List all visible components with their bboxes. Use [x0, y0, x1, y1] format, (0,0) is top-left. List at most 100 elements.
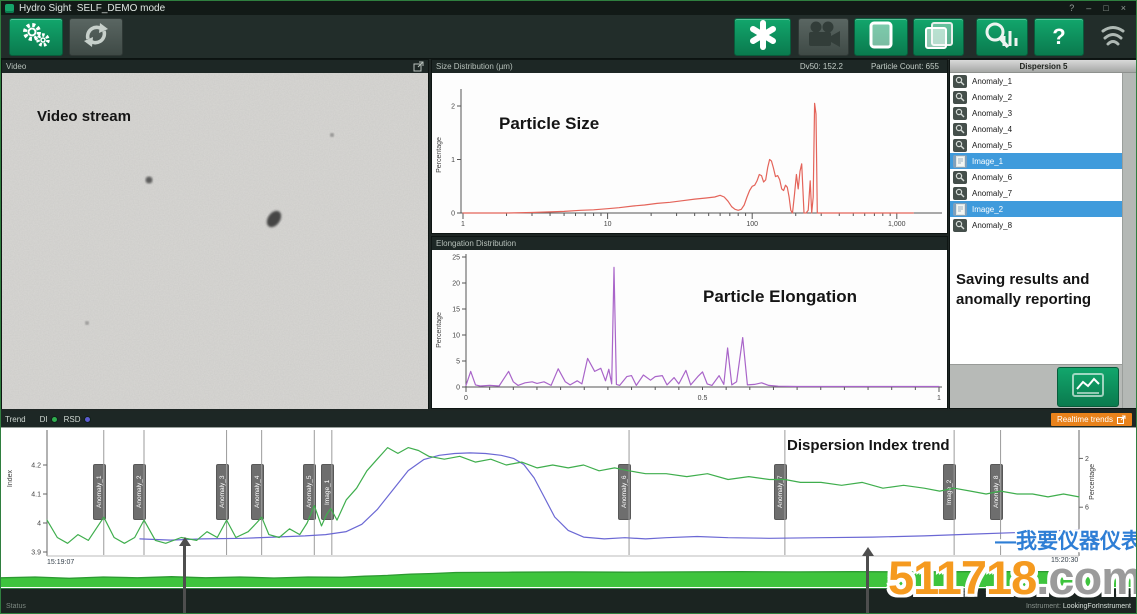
size-panel-title: Size Distribution (µm)	[436, 62, 513, 71]
svg-text:4.1: 4.1	[31, 492, 41, 499]
report-chart-icon	[1071, 372, 1105, 403]
trend-marker-Anomaly_5: Anomaly_5	[303, 464, 316, 520]
legend-di: DI	[40, 415, 58, 424]
refresh-icon	[80, 20, 112, 55]
trend-marker-Image_1: Image_1	[321, 464, 334, 520]
list-item-label: Anomaly_1	[972, 77, 1012, 86]
list-item-label: Image_2	[972, 205, 1003, 214]
trend-overview-strip[interactable]	[1, 567, 1137, 587]
brand-logo-icon	[1097, 21, 1129, 51]
realtime-trends-label: Realtime trends	[1057, 415, 1113, 424]
asterisk-icon	[748, 20, 778, 55]
trend-marker-Anomaly_2: Anomaly_2	[133, 464, 146, 520]
analyze-results-button[interactable]	[976, 18, 1028, 56]
trend-marker-Anomaly_4: Anomaly_4	[251, 464, 264, 520]
sidebar-footer	[950, 364, 1122, 408]
sidebar-scrollbar[interactable]	[1122, 73, 1137, 408]
svg-text:0: 0	[456, 385, 460, 392]
magnifier-icon	[953, 171, 967, 184]
trend-marker-Anomaly_6: Anomaly_6	[618, 464, 631, 520]
rsd-legend-label: RSD	[64, 415, 81, 424]
status-text: Status	[6, 603, 26, 610]
svg-text:Percentage: Percentage	[436, 137, 443, 173]
window-title: Hydro Sight SELF_DEMO mode	[19, 3, 165, 14]
list-item-label: Anomaly_2	[972, 93, 1012, 102]
svg-text:20: 20	[452, 281, 460, 288]
magnifier-icon	[953, 187, 967, 200]
image-icon	[953, 155, 967, 168]
capture-frames-button[interactable]	[913, 18, 964, 56]
app-logo-icon	[5, 4, 14, 13]
capture-frame-button[interactable]	[854, 18, 908, 56]
settings-button[interactable]	[9, 18, 63, 56]
svg-text:0: 0	[451, 211, 455, 218]
index-axis-label: Index	[7, 470, 14, 487]
copy-frames-icon	[922, 20, 956, 55]
elongation-panel-title: Elongation Distribution	[436, 239, 516, 248]
help-button[interactable]: ?	[1034, 18, 1084, 56]
magnifier-icon	[953, 219, 967, 232]
list-item-Anomaly_2[interactable]: Anomaly_2	[950, 89, 1122, 105]
di-legend-dot	[51, 416, 58, 423]
trend-marker-Anomaly_3: Anomaly_3	[216, 464, 229, 520]
list-item-Anomaly_4[interactable]: Anomaly_4	[950, 121, 1122, 137]
instrument-status: Instrument: LookingForInstrument	[1026, 603, 1131, 610]
trend-panel-header: Trend DI RSD Realtime trends	[1, 411, 1136, 427]
svg-text:25: 25	[452, 255, 460, 262]
video-panel: Video	[1, 59, 429, 409]
list-item-label: Anomaly_7	[972, 189, 1012, 198]
list-item-label: Anomaly_4	[972, 125, 1012, 134]
svg-text:10: 10	[452, 333, 460, 340]
time-start-label: 15:19:07	[47, 559, 74, 566]
list-item-label: Anomaly_6	[972, 173, 1012, 182]
svg-text:2: 2	[451, 104, 455, 111]
trend-title: Trend	[5, 415, 26, 424]
toolbar: ?	[1, 15, 1136, 59]
video-stream-image	[2, 73, 428, 409]
svg-text:6: 6	[1085, 505, 1089, 512]
magnifier-icon	[953, 107, 967, 120]
svg-text:4: 4	[37, 521, 41, 528]
app-window: Hydro Sight SELF_DEMO mode ? – □ ×	[0, 0, 1137, 614]
list-item-Anomaly_6[interactable]: Anomaly_6	[950, 169, 1122, 185]
magnifier-icon	[953, 91, 967, 104]
svg-text:10: 10	[604, 221, 612, 228]
legend-rsd: RSD	[64, 415, 91, 424]
question-mark-icon: ?	[1052, 24, 1065, 50]
record-video-button[interactable]	[798, 18, 849, 56]
results-list: Anomaly_1 Anomaly_2 Anomaly_3 Anomaly_4 Anom…	[950, 73, 1122, 233]
rsd-legend-dot	[84, 416, 91, 423]
popout-icon[interactable]	[413, 61, 424, 72]
trend-marker-Anomaly_8: Anomaly_8	[990, 464, 1003, 520]
list-item-Anomaly_3[interactable]: Anomaly_3	[950, 105, 1122, 121]
minimize-button[interactable]: –	[1086, 1, 1091, 15]
instrument-label: Instrument:	[1026, 603, 1061, 610]
close-button[interactable]: ×	[1121, 1, 1126, 15]
list-item-Anomaly_5[interactable]: Anomaly_5	[950, 137, 1122, 153]
svg-text:4.2: 4.2	[31, 463, 41, 470]
image-icon	[953, 203, 967, 216]
svg-text:0: 0	[464, 395, 468, 402]
new-measurement-button[interactable]	[734, 18, 791, 56]
sync-button[interactable]	[69, 18, 123, 56]
svg-text:0.5: 0.5	[698, 395, 708, 402]
popout-icon	[1117, 415, 1126, 424]
list-item-Image_1[interactable]: Image_1	[950, 153, 1122, 169]
list-item-Anomaly_8[interactable]: Anomaly_8	[950, 217, 1122, 233]
trend-chart-area: Anomaly_1Anomaly_2Anomaly_3Anomaly_4Anom…	[1, 427, 1137, 588]
maximize-button[interactable]: □	[1103, 1, 1108, 15]
svg-text:1: 1	[937, 395, 941, 402]
list-item-label: Anomaly_5	[972, 141, 1012, 150]
instrument-value: LookingForInstrument	[1063, 603, 1131, 610]
elongation-panel: Elongation Distribution 051015202500.51P…	[431, 236, 948, 409]
list-item-Anomaly_7[interactable]: Anomaly_7	[950, 185, 1122, 201]
realtime-trends-button[interactable]: Realtime trends	[1051, 413, 1132, 426]
svg-text:3.9: 3.9	[31, 550, 41, 557]
list-item-Image_2[interactable]: Image_2	[950, 201, 1122, 217]
window-help-button[interactable]: ?	[1069, 1, 1074, 15]
svg-text:100: 100	[746, 221, 758, 228]
svg-text:15: 15	[452, 307, 460, 314]
save-report-button[interactable]	[1057, 367, 1119, 407]
dispersion-header: Dispersion 5	[950, 60, 1137, 73]
list-item-Anomaly_1[interactable]: Anomaly_1	[950, 73, 1122, 89]
